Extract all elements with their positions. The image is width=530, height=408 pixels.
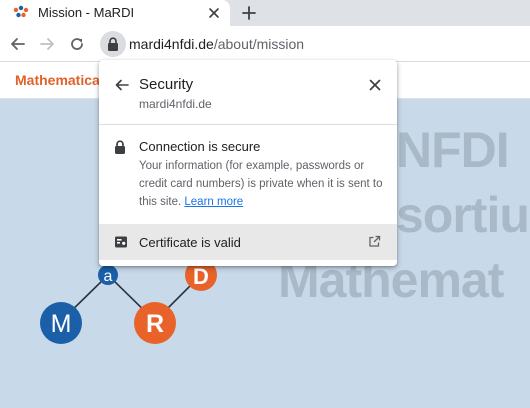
connection-description-text: Your information (for example, passwords…: [139, 160, 383, 208]
arrow-left-icon[interactable]: [8, 34, 28, 54]
mardi-favicon-icon: [13, 5, 29, 19]
address-bar[interactable]: mardi4nfdi.de/about/mission: [100, 31, 530, 57]
tab-title: Mission - MaRDI: [38, 5, 135, 20]
popup-host: mardi4nfdi.de: [139, 97, 212, 111]
hero-line-2: sortiu: [396, 187, 530, 243]
logo-letter-r: R: [146, 310, 164, 338]
tab-strip: Mission - MaRDI: [0, 0, 530, 26]
lock-icon: [114, 140, 126, 159]
logo-letter-a: a: [104, 268, 113, 285]
reload-icon[interactable]: [67, 34, 87, 54]
back-arrow-icon[interactable]: [114, 77, 130, 93]
url-path: /about/mission: [213, 36, 305, 52]
connection-description: Your information (for example, passwords…: [139, 157, 387, 211]
arrow-right-icon[interactable]: [37, 34, 57, 54]
logo-letter-d: D: [193, 264, 209, 289]
close-icon[interactable]: [367, 77, 383, 93]
connection-status-title: Connection is secure: [139, 139, 261, 154]
lock-icon[interactable]: [100, 31, 126, 57]
plus-icon[interactable]: [239, 3, 259, 23]
certificate-icon: [114, 235, 128, 254]
hero-line-1: NFDI: [396, 122, 510, 178]
learn-more-link[interactable]: Learn more: [184, 196, 243, 208]
logo-letter-m: M: [51, 310, 72, 338]
external-link-icon: [368, 235, 381, 253]
url-host: mardi4nfdi.de: [129, 36, 214, 52]
tab-mission[interactable]: Mission - MaRDI: [0, 0, 230, 26]
url-text[interactable]: mardi4nfdi.de/about/mission: [129, 36, 304, 52]
certificate-label: Certificate is valid: [139, 235, 241, 250]
tab-close-icon[interactable]: [205, 4, 223, 22]
browser-window: Mission - MaRDI mardi4nfdi.de/about/miss…: [0, 0, 530, 408]
divider: [99, 124, 397, 125]
certificate-row[interactable]: Certificate is valid: [99, 224, 397, 260]
popup-title: Security: [139, 76, 194, 93]
toolbar: mardi4nfdi.de/about/mission: [0, 26, 530, 62]
security-popup: Security mardi4nfdi.de Connection is sec…: [99, 60, 397, 266]
